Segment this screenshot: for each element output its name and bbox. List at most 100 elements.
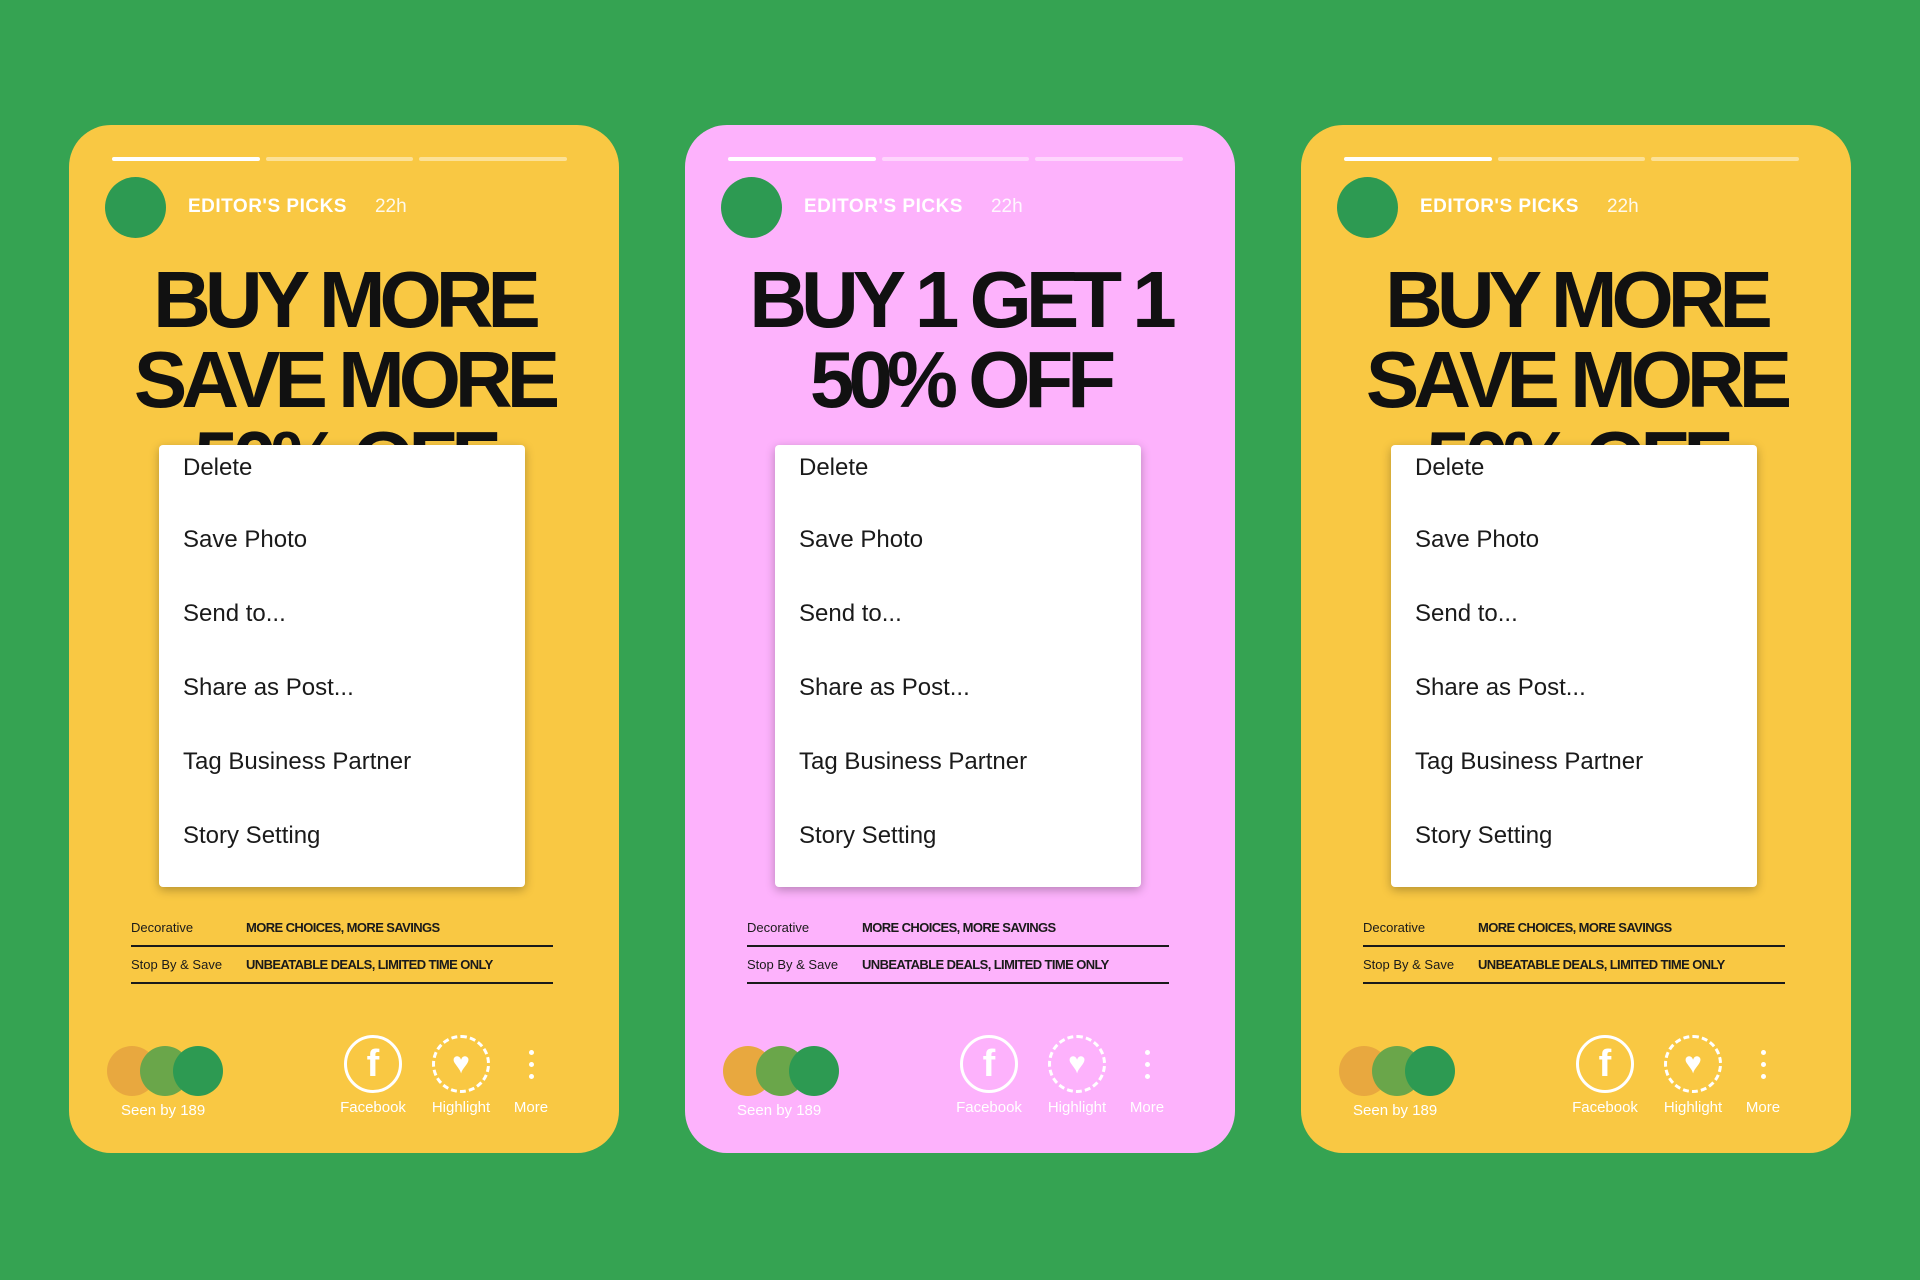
info-value: UNBEATABLE DEALS, LIMITED TIME ONLY — [862, 957, 1109, 972]
story-headline: BUY 1 GET 1 50% OFF — [685, 260, 1235, 420]
headline-line: BUY MORE — [1385, 255, 1773, 344]
facebook-icon: f — [960, 1035, 1018, 1093]
facebook-label: Facebook — [1572, 1099, 1638, 1116]
more-vertical-icon — [1118, 1035, 1176, 1093]
menu-item-save-photo[interactable]: Save Photo — [159, 519, 525, 593]
seen-count[interactable]: Seen by 189 — [737, 1102, 821, 1119]
menu-item-send-to[interactable]: Send to... — [775, 593, 1141, 667]
avatar[interactable] — [105, 176, 166, 238]
info-label: Decorative — [131, 920, 194, 935]
progress-segment — [1651, 157, 1800, 161]
viewer-avatars[interactable] — [1339, 1046, 1479, 1096]
context-menu: Delete Save Photo Send to... Share as Po… — [775, 445, 1141, 887]
info-row: Decorative MORE CHOICES, MORE SAVINGS — [131, 910, 553, 947]
facebook-button[interactable]: f Facebook — [1565, 1035, 1645, 1116]
menu-item-tag-business-partner[interactable]: Tag Business Partner — [775, 741, 1141, 815]
menu-item-tag-business-partner[interactable]: Tag Business Partner — [159, 741, 525, 815]
story-card: EDITOR'S PICKS 22h BUY 1 GET 1 50% OFF D… — [685, 125, 1235, 1153]
facebook-icon: f — [1576, 1035, 1634, 1093]
info-label: Decorative — [1363, 920, 1426, 935]
facebook-button[interactable]: f Facebook — [949, 1035, 1029, 1116]
info-table: Decorative MORE CHOICES, MORE SAVINGS St… — [131, 910, 553, 984]
story-progress — [112, 157, 568, 161]
more-button[interactable]: More — [1117, 1035, 1177, 1116]
menu-item-send-to[interactable]: Send to... — [1391, 593, 1757, 667]
username[interactable]: EDITOR'S PICKS — [188, 196, 347, 218]
menu-item-save-photo[interactable]: Save Photo — [775, 519, 1141, 593]
progress-segment — [1497, 157, 1646, 161]
menu-item-send-to[interactable]: Send to... — [159, 593, 525, 667]
more-vertical-icon — [1734, 1035, 1792, 1093]
story-progress — [728, 157, 1184, 161]
context-menu: Delete Save Photo Send to... Share as Po… — [159, 445, 525, 887]
viewer-avatars[interactable] — [107, 1046, 247, 1096]
progress-segment — [728, 157, 876, 161]
info-row: Decorative MORE CHOICES, MORE SAVINGS — [747, 910, 1169, 947]
headline-line: BUY 1 GET 1 — [749, 255, 1177, 344]
story-card: EDITOR'S PICKS 22h BUY MORE SAVE MORE 50… — [1301, 125, 1851, 1153]
viewer-avatars[interactable] — [723, 1046, 863, 1096]
story-progress — [1344, 157, 1800, 161]
username[interactable]: EDITOR'S PICKS — [1420, 196, 1579, 218]
menu-item-tag-business-partner[interactable]: Tag Business Partner — [1391, 741, 1757, 815]
timestamp: 22h — [374, 196, 407, 217]
menu-item-share-as-post[interactable]: Share as Post... — [159, 667, 525, 741]
heart-icon: ♥ — [1048, 1035, 1106, 1093]
headline-line: BUY MORE — [153, 255, 541, 344]
story-header: EDITOR'S PICKS 22h — [105, 176, 589, 238]
info-label: Decorative — [747, 920, 810, 935]
menu-item-delete[interactable]: Delete — [1391, 447, 1757, 519]
highlight-button[interactable]: ♥ Highlight — [1037, 1035, 1117, 1116]
more-button[interactable]: More — [1733, 1035, 1793, 1116]
menu-item-delete[interactable]: Delete — [159, 447, 525, 519]
menu-item-story-setting[interactable]: Story Setting — [775, 815, 1141, 889]
headline-line: SAVE MORE — [133, 335, 560, 424]
facebook-label: Facebook — [340, 1099, 406, 1116]
story-header: EDITOR'S PICKS 22h — [1337, 176, 1821, 238]
progress-segment — [1035, 157, 1184, 161]
info-row: Stop By & Save UNBEATABLE DEALS, LIMITED… — [131, 947, 553, 984]
headline-line: SAVE MORE — [1365, 335, 1792, 424]
story-footer: Seen by 189 f Facebook ♥ Highlight More — [103, 1035, 591, 1125]
more-button[interactable]: More — [501, 1035, 561, 1116]
highlight-label: Highlight — [431, 1099, 491, 1116]
username[interactable]: EDITOR'S PICKS — [804, 196, 963, 218]
story-footer: Seen by 189 f Facebook ♥ Highlight More — [1335, 1035, 1823, 1125]
info-value: UNBEATABLE DEALS, LIMITED TIME ONLY — [246, 957, 493, 972]
info-row: Stop By & Save UNBEATABLE DEALS, LIMITED… — [747, 947, 1169, 984]
menu-item-story-setting[interactable]: Story Setting — [1391, 815, 1757, 889]
facebook-icon: f — [344, 1035, 402, 1093]
info-table: Decorative MORE CHOICES, MORE SAVINGS St… — [1363, 910, 1785, 984]
info-label: Stop By & Save — [131, 957, 223, 972]
progress-segment — [112, 157, 260, 161]
avatar[interactable] — [1337, 176, 1398, 238]
info-row: Stop By & Save UNBEATABLE DEALS, LIMITED… — [1363, 947, 1785, 984]
highlight-button[interactable]: ♥ Highlight — [421, 1035, 501, 1116]
highlight-label: Highlight — [1047, 1099, 1107, 1116]
seen-count[interactable]: Seen by 189 — [1353, 1102, 1437, 1119]
avatar[interactable] — [721, 176, 782, 238]
heart-icon: ♥ — [432, 1035, 490, 1093]
more-label: More — [513, 1099, 549, 1116]
menu-item-share-as-post[interactable]: Share as Post... — [1391, 667, 1757, 741]
more-vertical-icon — [502, 1035, 560, 1093]
progress-segment — [881, 157, 1030, 161]
headline-line: 50% OFF — [809, 335, 1116, 424]
seen-count[interactable]: Seen by 189 — [121, 1102, 205, 1119]
menu-item-save-photo[interactable]: Save Photo — [1391, 519, 1757, 593]
menu-item-delete[interactable]: Delete — [775, 447, 1141, 519]
menu-item-story-setting[interactable]: Story Setting — [159, 815, 525, 889]
viewer-avatar — [789, 1046, 839, 1096]
story-header: EDITOR'S PICKS 22h — [721, 176, 1205, 238]
info-label: Stop By & Save — [1363, 957, 1455, 972]
timestamp: 22h — [990, 196, 1023, 217]
info-value: MORE CHOICES, MORE SAVINGS — [246, 920, 440, 935]
context-menu: Delete Save Photo Send to... Share as Po… — [1391, 445, 1757, 887]
facebook-button[interactable]: f Facebook — [333, 1035, 413, 1116]
info-value: MORE CHOICES, MORE SAVINGS — [1478, 920, 1672, 935]
viewer-avatar — [173, 1046, 223, 1096]
highlight-button[interactable]: ♥ Highlight — [1653, 1035, 1733, 1116]
story-footer: Seen by 189 f Facebook ♥ Highlight More — [719, 1035, 1207, 1125]
info-label: Stop By & Save — [747, 957, 839, 972]
menu-item-share-as-post[interactable]: Share as Post... — [775, 667, 1141, 741]
